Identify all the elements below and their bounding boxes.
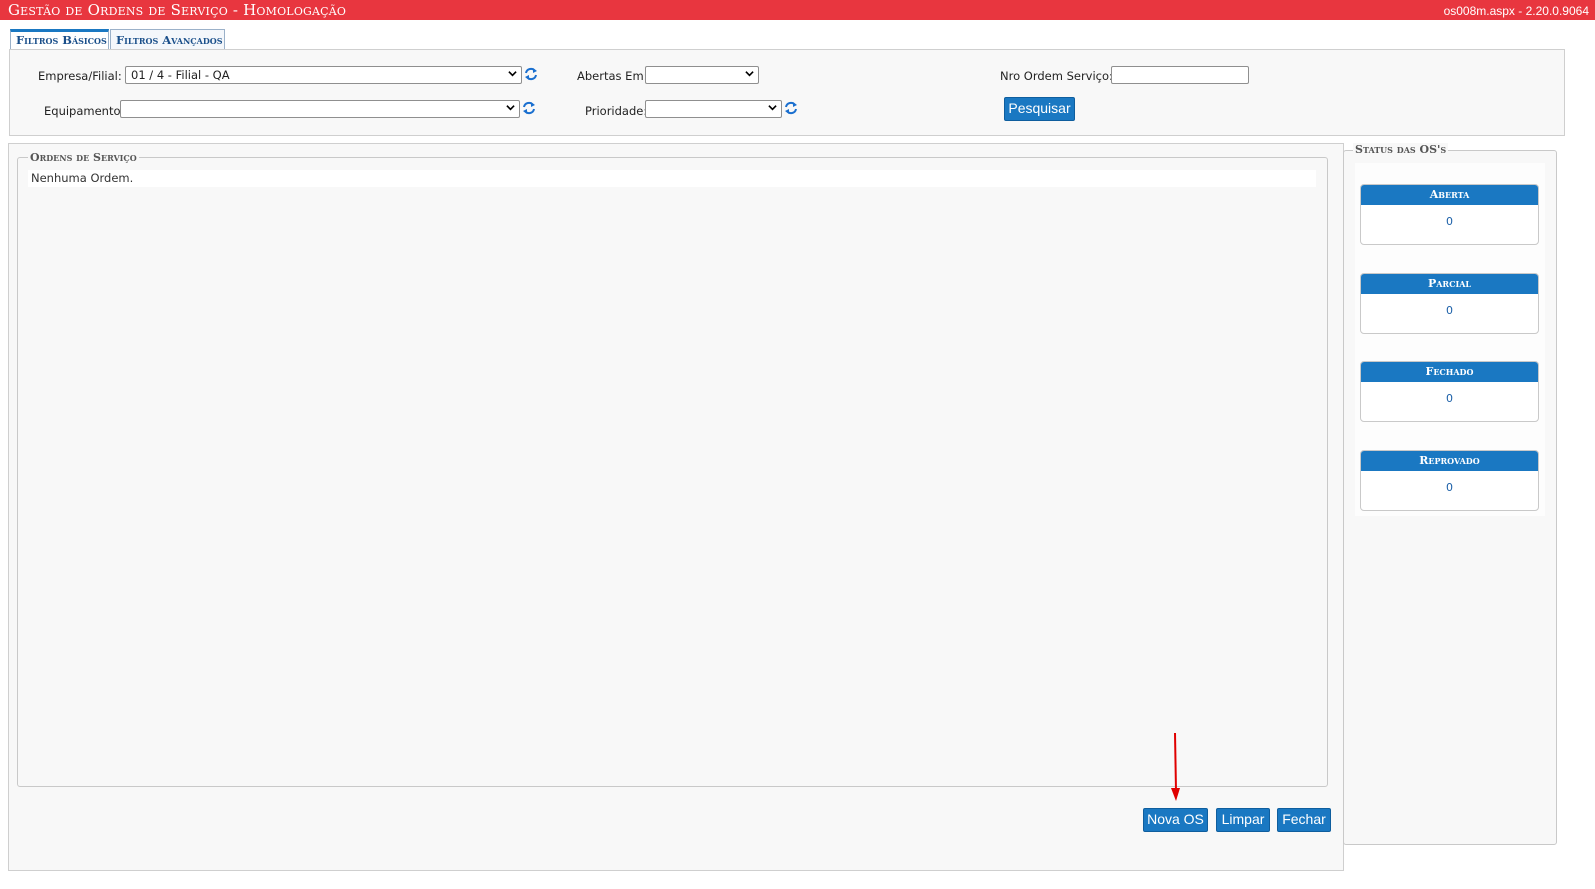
equipamento-select[interactable] bbox=[120, 100, 520, 118]
status-card-label: Reprovado bbox=[1361, 451, 1538, 471]
title-bar: Gestão de Ordens de Serviço - Homologaçã… bbox=[0, 0, 1595, 20]
version-text: os008m.aspx - 2.20.0.9064 bbox=[1443, 4, 1589, 18]
abertas-select[interactable] bbox=[645, 66, 759, 84]
chevron-down-icon bbox=[768, 105, 777, 111]
status-card-label: Fechado bbox=[1361, 362, 1538, 382]
annotation-arrow-icon bbox=[1171, 733, 1180, 801]
nro-ordem-input[interactable] bbox=[1111, 66, 1249, 84]
empresa-label: Empresa/Filial: bbox=[38, 69, 122, 83]
tab-filtros-avancados[interactable]: Filtros Avançados bbox=[110, 29, 225, 50]
fechar-button[interactable]: Fechar bbox=[1277, 808, 1331, 832]
status-panel: Aberta 0 Parcial 0 Fechado 0 Reprovado 0 bbox=[1343, 150, 1557, 845]
empresa-select-value: 01 / 4 - Filial - QA bbox=[131, 68, 230, 82]
status-card-fechado[interactable]: Fechado 0 bbox=[1360, 361, 1539, 422]
chevron-down-icon bbox=[508, 71, 517, 77]
tab-filtros-basicos[interactable]: Filtros Básicos bbox=[10, 29, 109, 51]
orders-fieldset: Nenhuma Ordem. bbox=[17, 157, 1328, 787]
status-card-count: 0 bbox=[1446, 215, 1453, 228]
chevron-down-icon bbox=[745, 71, 754, 77]
refresh-equipamento-icon[interactable] bbox=[522, 101, 536, 115]
page-title: Gestão de Ordens de Serviço - Homologaçã… bbox=[8, 1, 347, 19]
status-card-parcial[interactable]: Parcial 0 bbox=[1360, 273, 1539, 334]
empresa-select[interactable]: 01 / 4 - Filial - QA bbox=[125, 66, 522, 84]
chevron-down-icon bbox=[506, 105, 515, 111]
prioridade-select[interactable] bbox=[645, 100, 782, 118]
empty-orders-row: Nenhuma Ordem. bbox=[28, 170, 1316, 187]
status-card-reprovado[interactable]: Reprovado 0 bbox=[1360, 450, 1539, 511]
abertas-label: Abertas Em: bbox=[577, 69, 648, 83]
status-cards: Aberta 0 Parcial 0 Fechado 0 Reprovado 0 bbox=[1355, 163, 1545, 516]
nova-os-button[interactable]: Nova OS bbox=[1143, 808, 1208, 832]
status-card-count: 0 bbox=[1446, 481, 1453, 494]
status-card-label: Aberta bbox=[1361, 185, 1538, 205]
status-card-aberta[interactable]: Aberta 0 bbox=[1360, 184, 1539, 245]
nro-ordem-label: Nro Ordem Serviço: bbox=[1000, 69, 1113, 83]
pesquisar-button[interactable]: Pesquisar bbox=[1004, 97, 1075, 121]
orders-legend: Ordens de Serviço bbox=[28, 151, 139, 164]
status-card-count: 0 bbox=[1446, 392, 1453, 405]
empty-orders-text: Nenhuma Ordem. bbox=[31, 171, 134, 185]
main-panel: Nenhuma Ordem. Ordens de Serviço Nova OS… bbox=[8, 143, 1344, 871]
status-card-count: 0 bbox=[1446, 304, 1453, 317]
prioridade-label: Prioridade: bbox=[585, 104, 648, 118]
limpar-button[interactable]: Limpar bbox=[1216, 808, 1270, 832]
refresh-prioridade-icon[interactable] bbox=[784, 101, 798, 115]
status-legend: Status das OS's bbox=[1353, 143, 1449, 156]
filter-panel: Empresa/Filial: 01 / 4 - Filial - QA Equ… bbox=[9, 49, 1565, 136]
refresh-empresa-icon[interactable] bbox=[524, 67, 538, 81]
equipamento-label: Equipamento: bbox=[44, 104, 125, 118]
status-card-label: Parcial bbox=[1361, 274, 1538, 294]
